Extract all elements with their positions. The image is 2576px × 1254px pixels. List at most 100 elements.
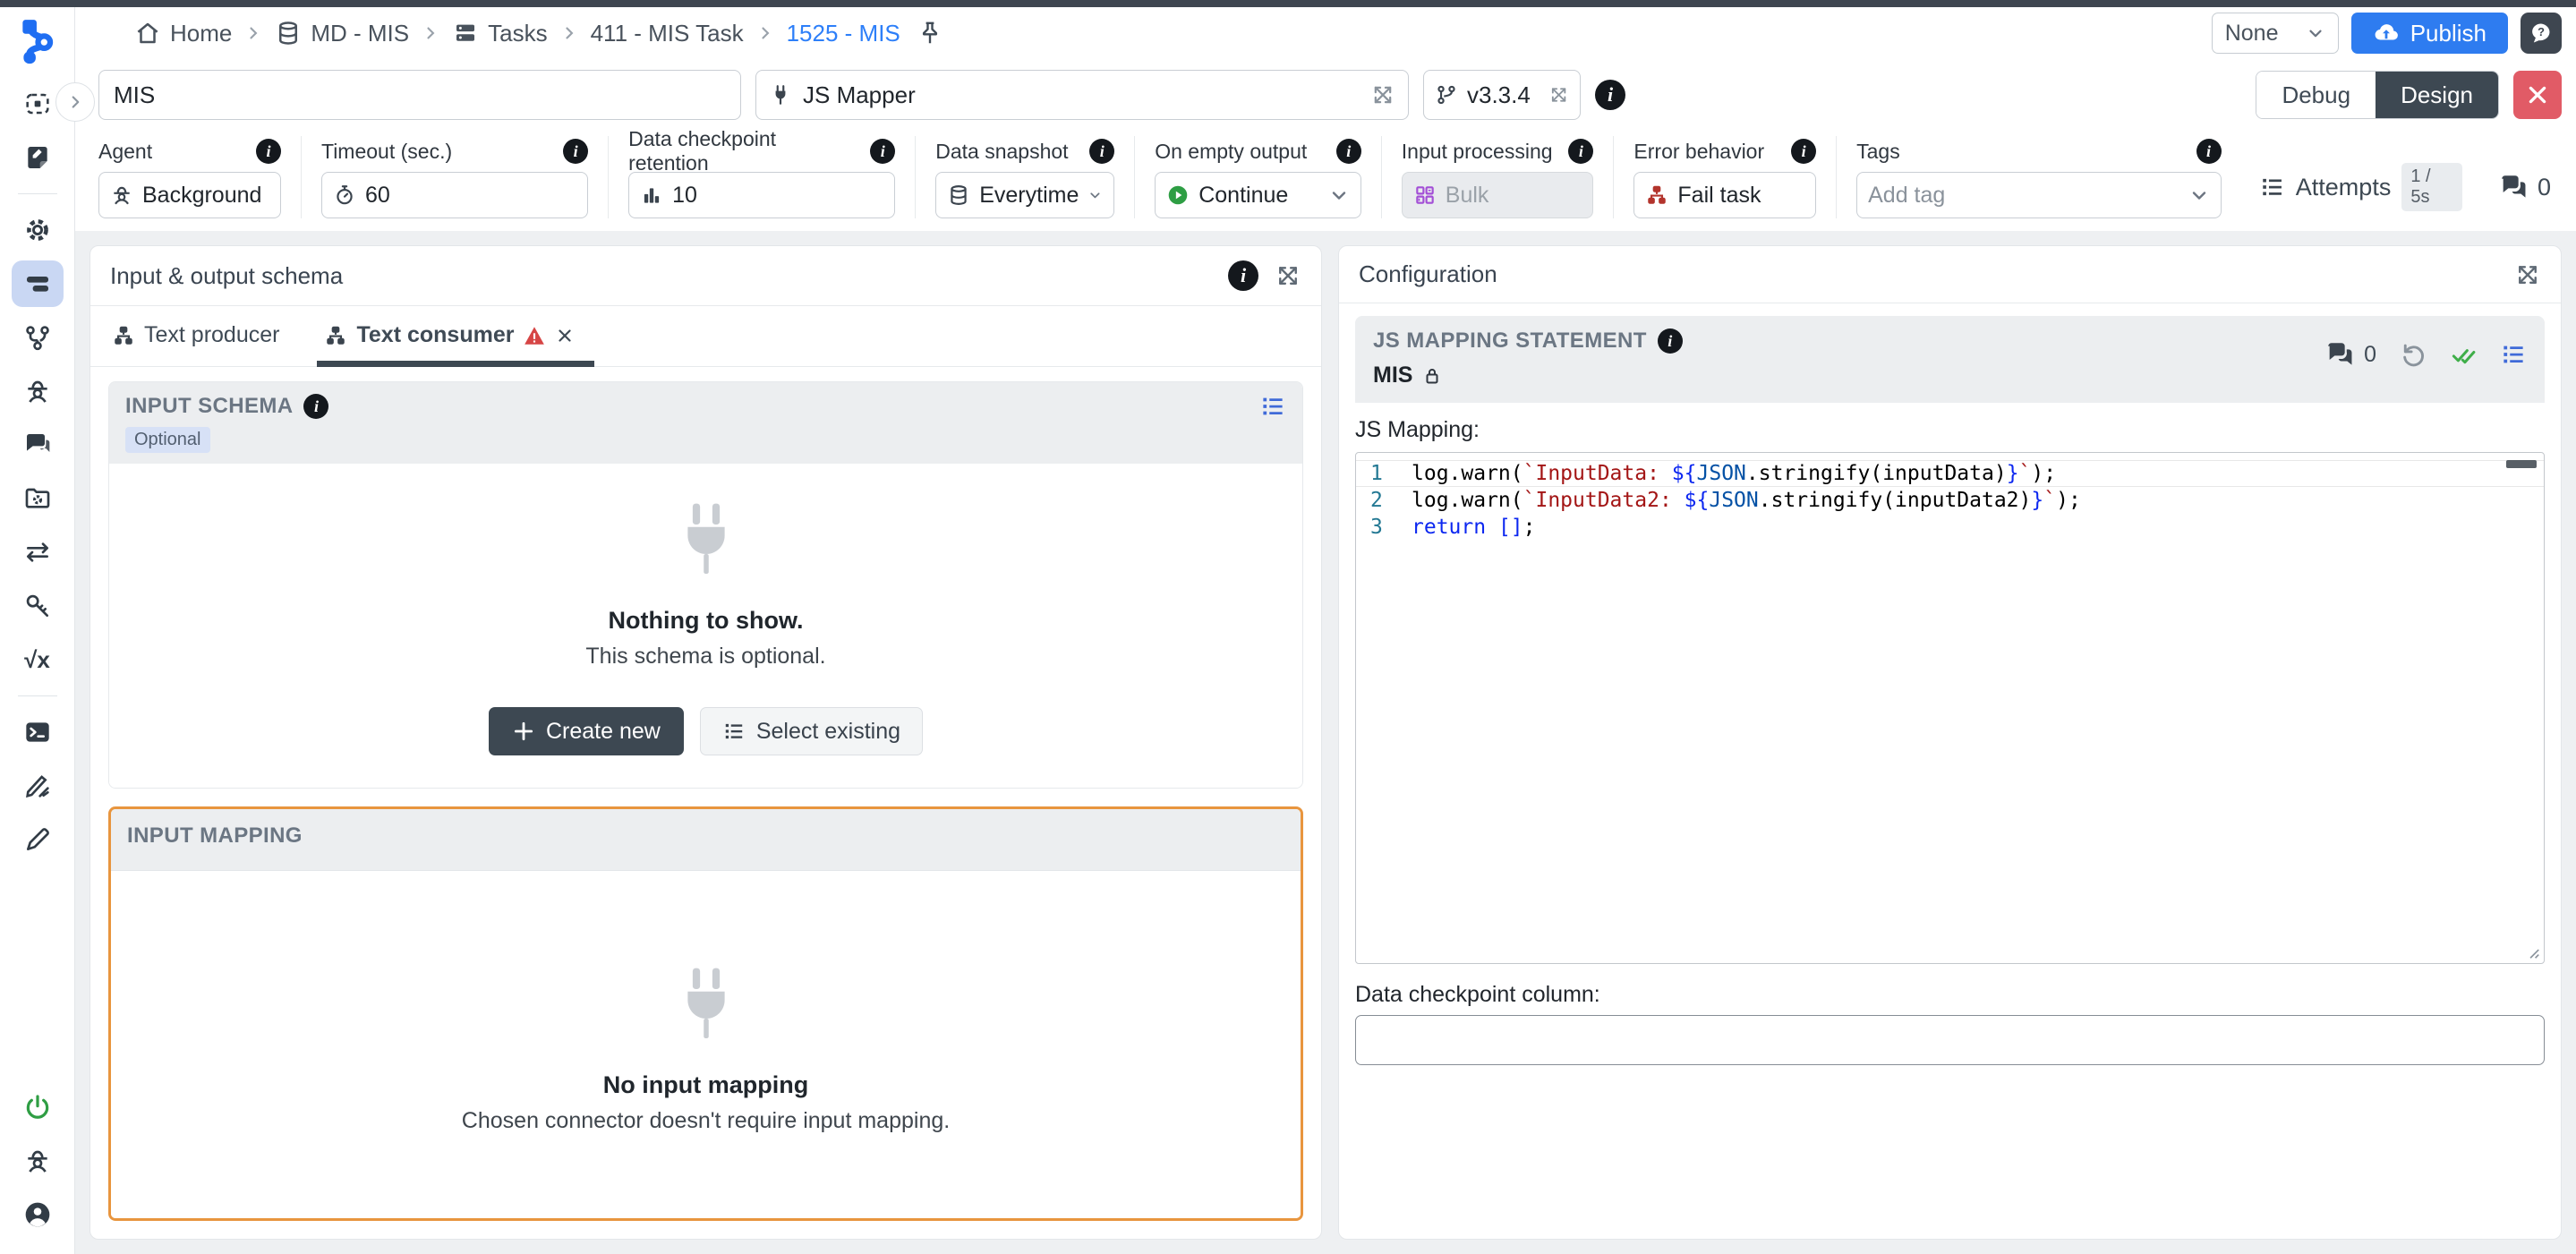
transfer-arrows-icon[interactable] — [12, 529, 64, 576]
publish-button[interactable]: Publish — [2351, 13, 2508, 54]
error-behavior-select[interactable]: Fail task — [1633, 172, 1816, 218]
tags-select[interactable]: Add tag — [1856, 172, 2221, 218]
statement-comments-button[interactable]: 0 — [2324, 339, 2376, 370]
info-icon[interactable]: i — [303, 394, 328, 419]
list-icon[interactable] — [1259, 393, 1286, 420]
line-number: 2 — [1356, 489, 1412, 512]
editor-scrollbar-thumb[interactable] — [2506, 460, 2537, 468]
create-new-button[interactable]: Create new — [489, 707, 684, 755]
checkpoint-retention-input[interactable] — [672, 183, 883, 209]
sidebar-divider — [18, 193, 57, 194]
bulk-grid-icon — [1413, 183, 1437, 207]
breadcrumb-home[interactable]: Home — [134, 20, 232, 47]
help-button[interactable]: ? — [2521, 13, 2562, 54]
spy-icon[interactable] — [12, 368, 64, 414]
input-processing-value: Bulk — [1402, 172, 1594, 218]
plus-icon — [512, 720, 535, 743]
tab-text-consumer[interactable]: Text consumer — [322, 306, 576, 366]
sidebar: √x — [0, 7, 75, 1254]
data-snapshot-select[interactable]: Everytime — [935, 172, 1114, 218]
info-icon[interactable]: i — [563, 139, 588, 164]
plug-icon — [769, 83, 792, 107]
resize-handle-icon[interactable] — [2521, 941, 2541, 960]
expand-icon[interactable] — [1275, 262, 1301, 289]
mode-toggle: Debug Design — [2256, 71, 2499, 119]
select-existing-button[interactable]: Select existing — [700, 707, 923, 755]
info-icon[interactable]: i — [1336, 139, 1361, 164]
task-list-icon[interactable] — [12, 260, 64, 307]
code-text: return []; — [1412, 516, 1536, 539]
input-processing-field: Input processingi Bulk — [1381, 136, 1614, 218]
double-check-icon[interactable] — [2450, 341, 2477, 368]
agent-select[interactable]: Background — [98, 172, 281, 218]
pencil-icon[interactable] — [12, 816, 64, 863]
help-bubble-icon: ? — [2529, 21, 2554, 46]
on-empty-output-select[interactable]: Continue — [1155, 172, 1361, 218]
info-icon[interactable]: i — [256, 139, 281, 164]
key-icon[interactable] — [12, 583, 64, 629]
close-task-button[interactable] — [2513, 71, 2562, 119]
configuration-title: Configuration — [1359, 260, 1497, 288]
task-comments-button[interactable]: 0 — [2498, 172, 2551, 202]
chevron-right-icon — [560, 24, 578, 42]
power-icon[interactable] — [12, 1084, 64, 1130]
plug-icon — [677, 968, 736, 1050]
app-logo[interactable] — [15, 16, 60, 64]
version-dropdown[interactable]: None — [2212, 13, 2339, 54]
list-icon[interactable] — [2500, 341, 2527, 368]
spy-icon[interactable] — [12, 1138, 64, 1184]
branch-icon — [1435, 83, 1458, 107]
code-line[interactable]: 2log.warn(`InputData2: ${JSON.stringify(… — [1356, 487, 2544, 514]
expand-icon[interactable] — [1548, 82, 1569, 107]
expand-icon[interactable] — [2514, 261, 2541, 288]
info-icon[interactable]: i — [1791, 139, 1816, 164]
undo-icon[interactable] — [2400, 341, 2427, 368]
user-icon[interactable] — [12, 1191, 64, 1238]
task-version-field[interactable]: v3.3.4 — [1423, 70, 1581, 120]
task-name-input[interactable] — [98, 70, 741, 120]
code-text: log.warn(`InputData: ${JSON.stringify(in… — [1412, 462, 2056, 485]
line-number: 3 — [1356, 516, 1412, 539]
design-tab[interactable]: Design — [2376, 72, 2498, 118]
info-icon[interactable]: i — [2196, 139, 2222, 164]
info-icon[interactable]: i — [1228, 260, 1258, 291]
debug-tab[interactable]: Debug — [2256, 72, 2376, 118]
connector-field[interactable]: JS Mapper — [755, 70, 1409, 120]
notes-icon[interactable] — [12, 134, 64, 181]
design-tools-icon[interactable] — [12, 763, 64, 809]
sidebar-expand-button[interactable] — [55, 82, 95, 122]
code-editor[interactable]: 1log.warn(`InputData: ${JSON.stringify(i… — [1355, 452, 2545, 964]
data-checkpoint-input[interactable] — [1355, 1015, 2545, 1065]
schema-tree-icon — [324, 324, 347, 347]
breadcrumb-project[interactable]: MD - MIS — [275, 20, 409, 47]
breadcrumb-tasks[interactable]: Tasks — [452, 20, 547, 47]
formula-icon[interactable]: √x — [12, 636, 64, 683]
gear-icon[interactable] — [12, 207, 64, 253]
folder-gear-icon[interactable] — [12, 475, 64, 522]
code-line[interactable]: 1log.warn(`InputData: ${JSON.stringify(i… — [1356, 460, 2544, 487]
info-icon[interactable]: i — [1568, 139, 1593, 164]
timeout-input[interactable] — [365, 183, 576, 209]
input-mapping-header: INPUT MAPPING — [111, 809, 1301, 871]
info-icon[interactable]: i — [1595, 80, 1625, 110]
branch-icon[interactable] — [12, 314, 64, 361]
attempts-button[interactable]: Attempts 1 / 5s — [2259, 163, 2462, 211]
comments-icon[interactable] — [12, 422, 64, 468]
terminal-icon[interactable] — [12, 709, 64, 755]
tab-text-producer[interactable]: Text producer — [110, 306, 281, 366]
close-icon — [2526, 83, 2549, 107]
info-icon[interactable]: i — [1089, 139, 1114, 164]
database-icon — [947, 183, 970, 207]
spy-icon — [110, 183, 133, 207]
schema-panel-title: Input & output schema — [110, 262, 343, 290]
js-mapping-statement-header: JS MAPPING STATEMENT i MIS 0 — [1355, 316, 2545, 403]
code-line[interactable]: 3return []; — [1356, 514, 2544, 541]
breadcrumb-current[interactable]: 1525 - MIS — [787, 20, 900, 47]
info-icon[interactable]: i — [1658, 328, 1683, 354]
info-icon[interactable]: i — [870, 139, 895, 164]
empty-state-subtitle: This schema is optional. — [127, 644, 1284, 670]
expand-icon[interactable] — [1370, 82, 1395, 107]
pin-icon[interactable] — [917, 20, 943, 47]
breadcrumb-task[interactable]: 411 - MIS Task — [591, 20, 744, 47]
close-tab-icon[interactable] — [555, 326, 575, 345]
